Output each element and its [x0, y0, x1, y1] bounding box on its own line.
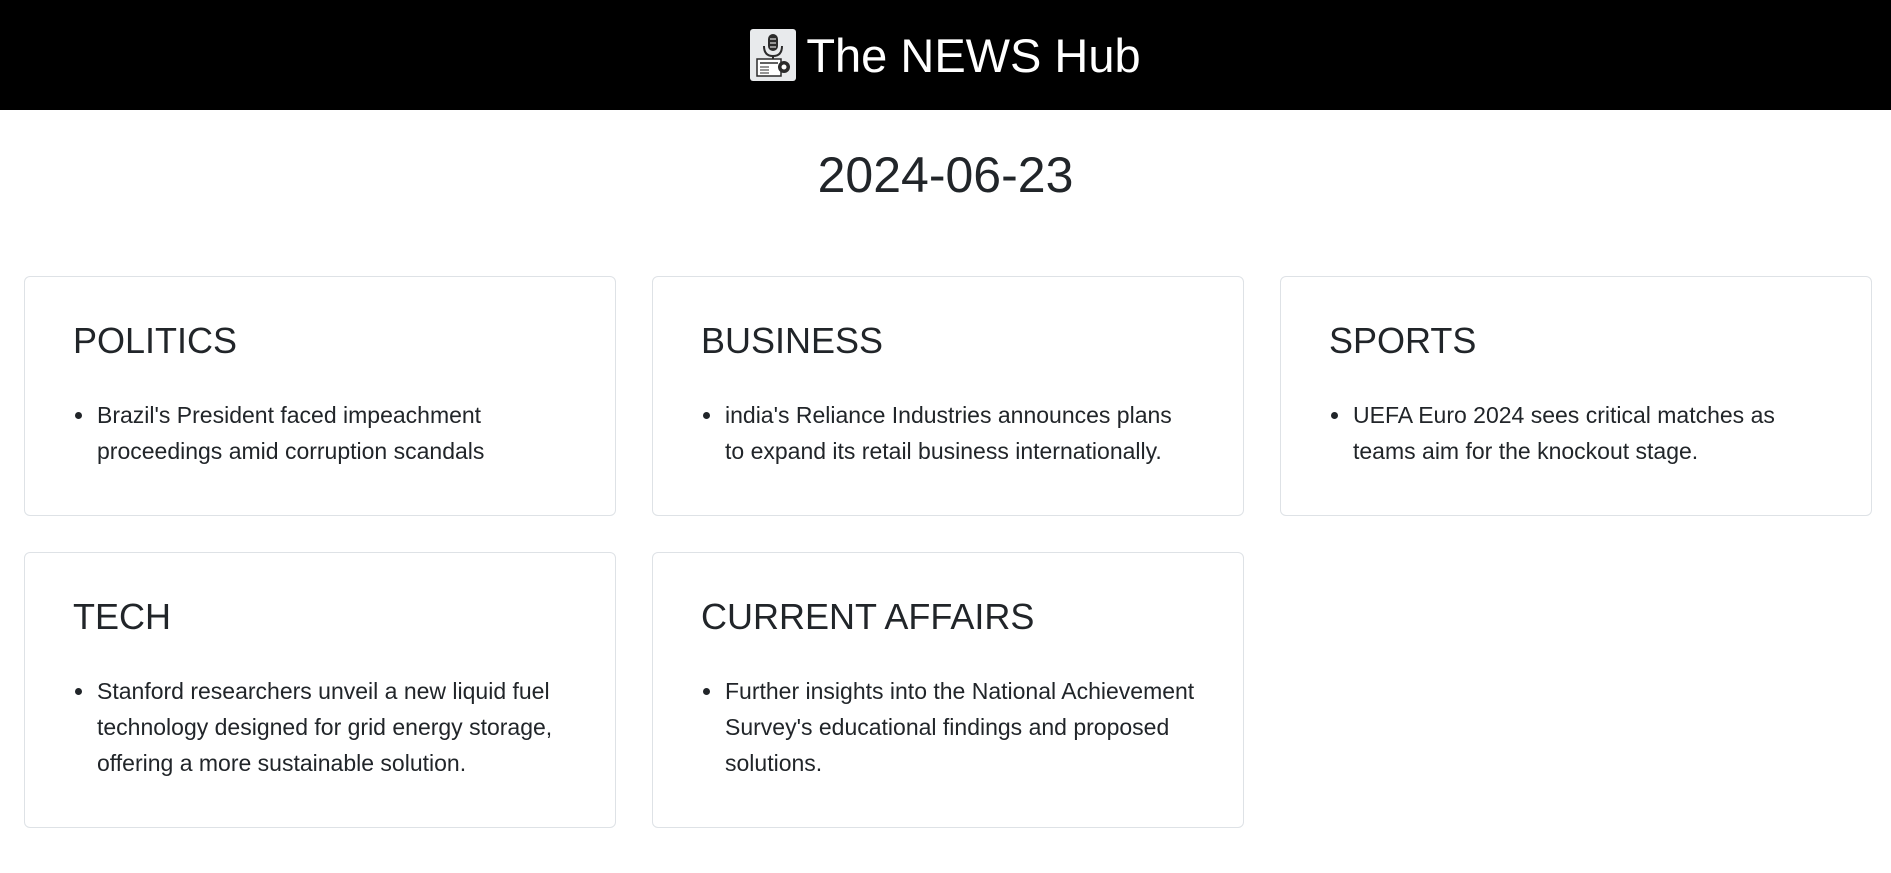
headline-item: Stanford researchers unveil a new liquid…	[75, 673, 567, 781]
headline-item: Brazil's President faced impeachment pro…	[75, 397, 567, 469]
site-title: The NEWS Hub	[806, 28, 1141, 82]
headline-item: Further insights into the National Achie…	[703, 673, 1195, 781]
section-title: POLITICS	[73, 320, 238, 361]
section-card-current-affairs: CURRENT AFFAIRS Further insights into th…	[652, 552, 1244, 828]
microphone-newspaper-icon	[750, 29, 797, 81]
top-navbar: The NEWS Hub	[0, 0, 1891, 110]
headline-list: Brazil's President faced impeachment pro…	[73, 397, 567, 469]
headline-list: Further insights into the National Achie…	[701, 673, 1195, 781]
section-title: TECH	[73, 596, 171, 637]
section-card-sports: SPORTS UEFA Euro 2024 sees critical matc…	[1280, 276, 1872, 516]
section-title: CURRENT AFFAIRS	[701, 596, 1035, 637]
headline-list: UEFA Euro 2024 sees critical matches as …	[1329, 397, 1823, 469]
headline-list: india's Reliance Industries announces pl…	[701, 397, 1195, 469]
section-card-business: BUSINESS india's Reliance Industries ann…	[652, 276, 1244, 516]
news-sections-grid: POLITICS Brazil's President faced impeac…	[24, 276, 1872, 828]
brand-link[interactable]: The NEWS Hub	[750, 28, 1141, 82]
section-title: BUSINESS	[701, 320, 884, 361]
headline-list: Stanford researchers unveil a new liquid…	[73, 673, 567, 781]
section-card-politics: POLITICS Brazil's President faced impeac…	[24, 276, 616, 516]
headline-item: UEFA Euro 2024 sees critical matches as …	[1331, 397, 1823, 469]
section-title: SPORTS	[1329, 320, 1477, 361]
headline-item: india's Reliance Industries announces pl…	[703, 397, 1195, 469]
section-card-tech: TECH Stanford researchers unveil a new l…	[24, 552, 616, 828]
page-date-heading: 2024-06-23	[817, 147, 1074, 203]
